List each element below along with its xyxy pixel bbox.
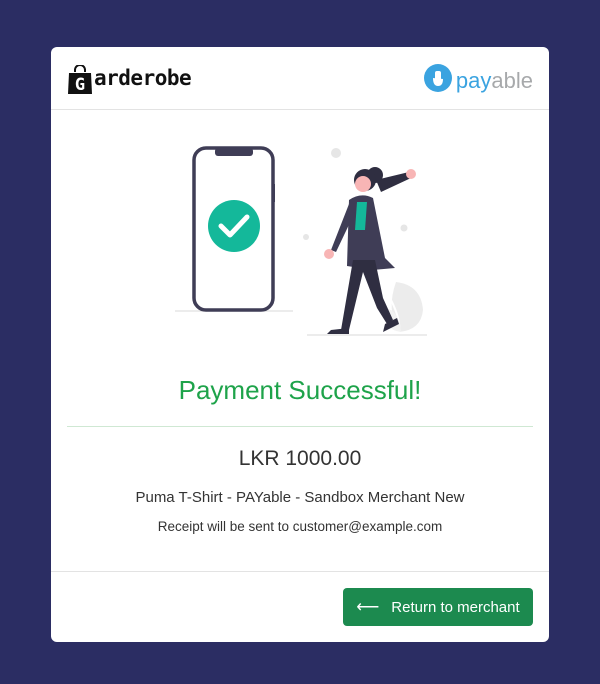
shopping-bag-icon: G [67,65,93,95]
receipt-note: Receipt will be sent to customer@example… [157,519,443,534]
logo-letter: G [75,75,85,95]
payable-hand-icon [423,64,452,97]
payable-logo: payable [423,64,533,97]
payment-amount: LKR 1000.00 [238,447,362,470]
return-to-merchant-button[interactable]: ⟵ Return to merchant [343,588,533,626]
logo-text: arderobe [94,66,192,90]
payment-description: Puma T-Shirt - PAYable - Sandbox Merchan… [135,489,465,506]
payment-status-title: Payment Successful! [178,375,422,405]
payable-able-text: able [491,67,533,93]
card-header: G arderobe payable [51,47,549,110]
payment-card: G arderobe payable Payment Successful! L… [51,47,549,642]
card-footer: ⟵ Return to merchant [51,571,549,642]
success-illustration [171,140,431,340]
divider [67,426,533,427]
arrow-left-icon: ⟵ [356,599,380,616]
check-circle-icon [208,200,260,252]
return-button-label: Return to merchant [391,598,520,616]
garderobe-logo[interactable]: G arderobe [67,63,192,95]
payable-pay-text: pay [455,67,492,93]
